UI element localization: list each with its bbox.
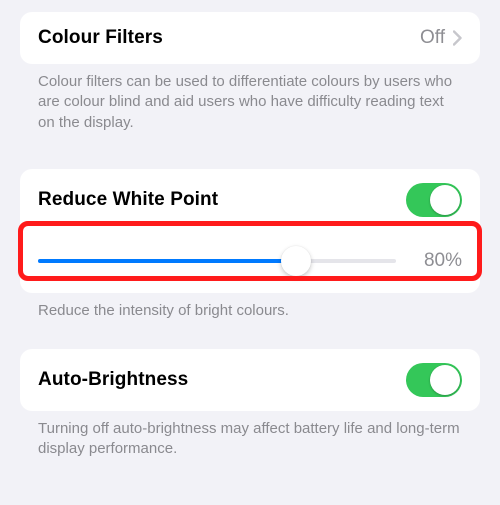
colour-filters-row[interactable]: Colour Filters Off [20,12,480,64]
toggle-knob [430,185,460,215]
slider-fill [38,259,296,263]
colour-filters-label: Colour Filters [38,27,420,49]
colour-filters-value: Off [420,27,445,49]
slider-thumb[interactable] [281,246,311,276]
reduce-white-point-slider[interactable] [38,245,396,277]
auto-brightness-card: Auto-Brightness [20,349,480,411]
colour-filters-footer: Colour filters can be used to differenti… [20,64,480,133]
reduce-white-point-row: Reduce White Point [20,169,480,231]
reduce-white-point-card: Reduce White Point 80% [20,169,480,293]
toggle-knob [430,365,460,395]
reduce-white-point-slider-row: 80% [20,231,480,293]
reduce-white-point-slider-value: 80% [412,250,462,272]
auto-brightness-footer: Turning off auto-brightness may affect b… [20,411,480,460]
chevron-right-icon [453,30,462,46]
auto-brightness-row: Auto-Brightness [20,349,480,411]
reduce-white-point-label: Reduce White Point [38,189,406,211]
reduce-white-point-toggle[interactable] [406,183,462,217]
auto-brightness-label: Auto-Brightness [38,369,406,391]
reduce-white-point-footer: Reduce the intensity of bright colours. [20,293,480,321]
auto-brightness-toggle[interactable] [406,363,462,397]
